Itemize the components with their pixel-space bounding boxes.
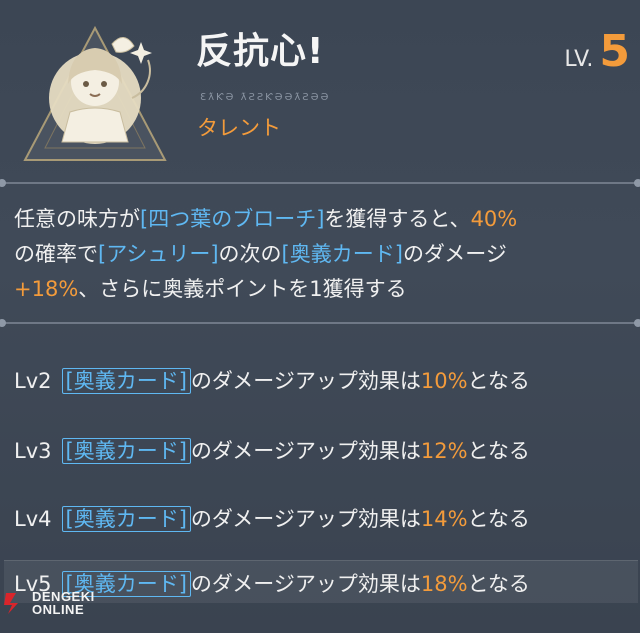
level-indicator: LV. 5 [564, 26, 630, 77]
card-link-ougi[interactable]: [奥義カード] [282, 242, 403, 266]
desc-value-damage: +18% [14, 277, 79, 301]
level-row-label: Lv3 [14, 439, 52, 463]
level-row-label: Lv4 [14, 507, 52, 531]
rune-script-decoration: ƐƛƘƏ ƛƧƧƘƏƏƛƧƏƏ [200, 92, 331, 103]
level-label: LV. [564, 47, 594, 72]
talent-description: 任意の味方が[四つ葉のブローチ]を獲得すると、40% の確率で[アシュリー]の次… [14, 202, 634, 307]
divider-cap-left [0, 179, 6, 187]
talent-type-label: タレント [197, 116, 281, 140]
level-row-value: 18% [420, 572, 468, 596]
divider-top [0, 179, 640, 187]
level-row-value: 10% [420, 369, 468, 393]
divider-cap-left [0, 319, 6, 327]
divider-middle [0, 319, 640, 327]
level-row: Lv4 [奥義カード] のダメージアップ効果は14%となる [14, 503, 530, 533]
level-row: Lv2 [奥義カード] のダメージアップ効果は10%となる [14, 365, 530, 395]
talent-title: 反抗心! [196, 31, 325, 72]
desc-text: のダメージ [402, 242, 507, 266]
card-link-ougi[interactable]: [奥義カード] [61, 506, 191, 532]
level-row-text: のダメージアップ効果は [190, 369, 421, 393]
watermark-bottom: ONLINE [32, 602, 85, 617]
desc-text: 、さらに奥義ポイントを1獲得する [78, 277, 407, 301]
level-row: Lv3 [奥義カード] のダメージアップ効果は12%となる [14, 435, 530, 465]
level-value: 5 [599, 26, 630, 77]
dengeki-logo-icon [4, 593, 18, 614]
level-row-value: 14% [420, 507, 468, 531]
level-row-text: のダメージアップ効果は [190, 507, 421, 531]
divider-cap-right [634, 179, 640, 187]
desc-text: 任意の味方が [14, 207, 140, 231]
level-row-suffix: となる [467, 369, 530, 393]
divider-cap-right [634, 319, 640, 327]
item-link-four-leaf-brooch[interactable]: [四つ葉のブローチ] [140, 207, 324, 231]
level-row-suffix: となる [467, 507, 530, 531]
card-link-ougi[interactable]: [奥義カード] [61, 438, 191, 464]
talent-portrait-icon [20, 20, 170, 170]
level-row-text: のダメージアップ効果は [190, 572, 421, 596]
level-row-suffix: となる [467, 439, 530, 463]
watermark-text: DENGEKI ONLINE [32, 590, 95, 616]
level-row-suffix: となる [467, 572, 530, 596]
level-row-text: のダメージアップ効果は [190, 439, 421, 463]
dengeki-online-watermark: DENGEKI ONLINE [4, 590, 95, 616]
desc-text: の確率で [14, 242, 98, 266]
level-row-value: 12% [420, 439, 468, 463]
character-link-ashley[interactable]: [アシュリー] [98, 242, 219, 266]
card-link-ougi[interactable]: [奥義カード] [61, 368, 191, 394]
level-row-label: Lv2 [14, 369, 52, 393]
desc-text: の次の [218, 242, 282, 266]
desc-value-chance: 40% [470, 207, 518, 231]
desc-text: を獲得すると、 [324, 207, 471, 231]
